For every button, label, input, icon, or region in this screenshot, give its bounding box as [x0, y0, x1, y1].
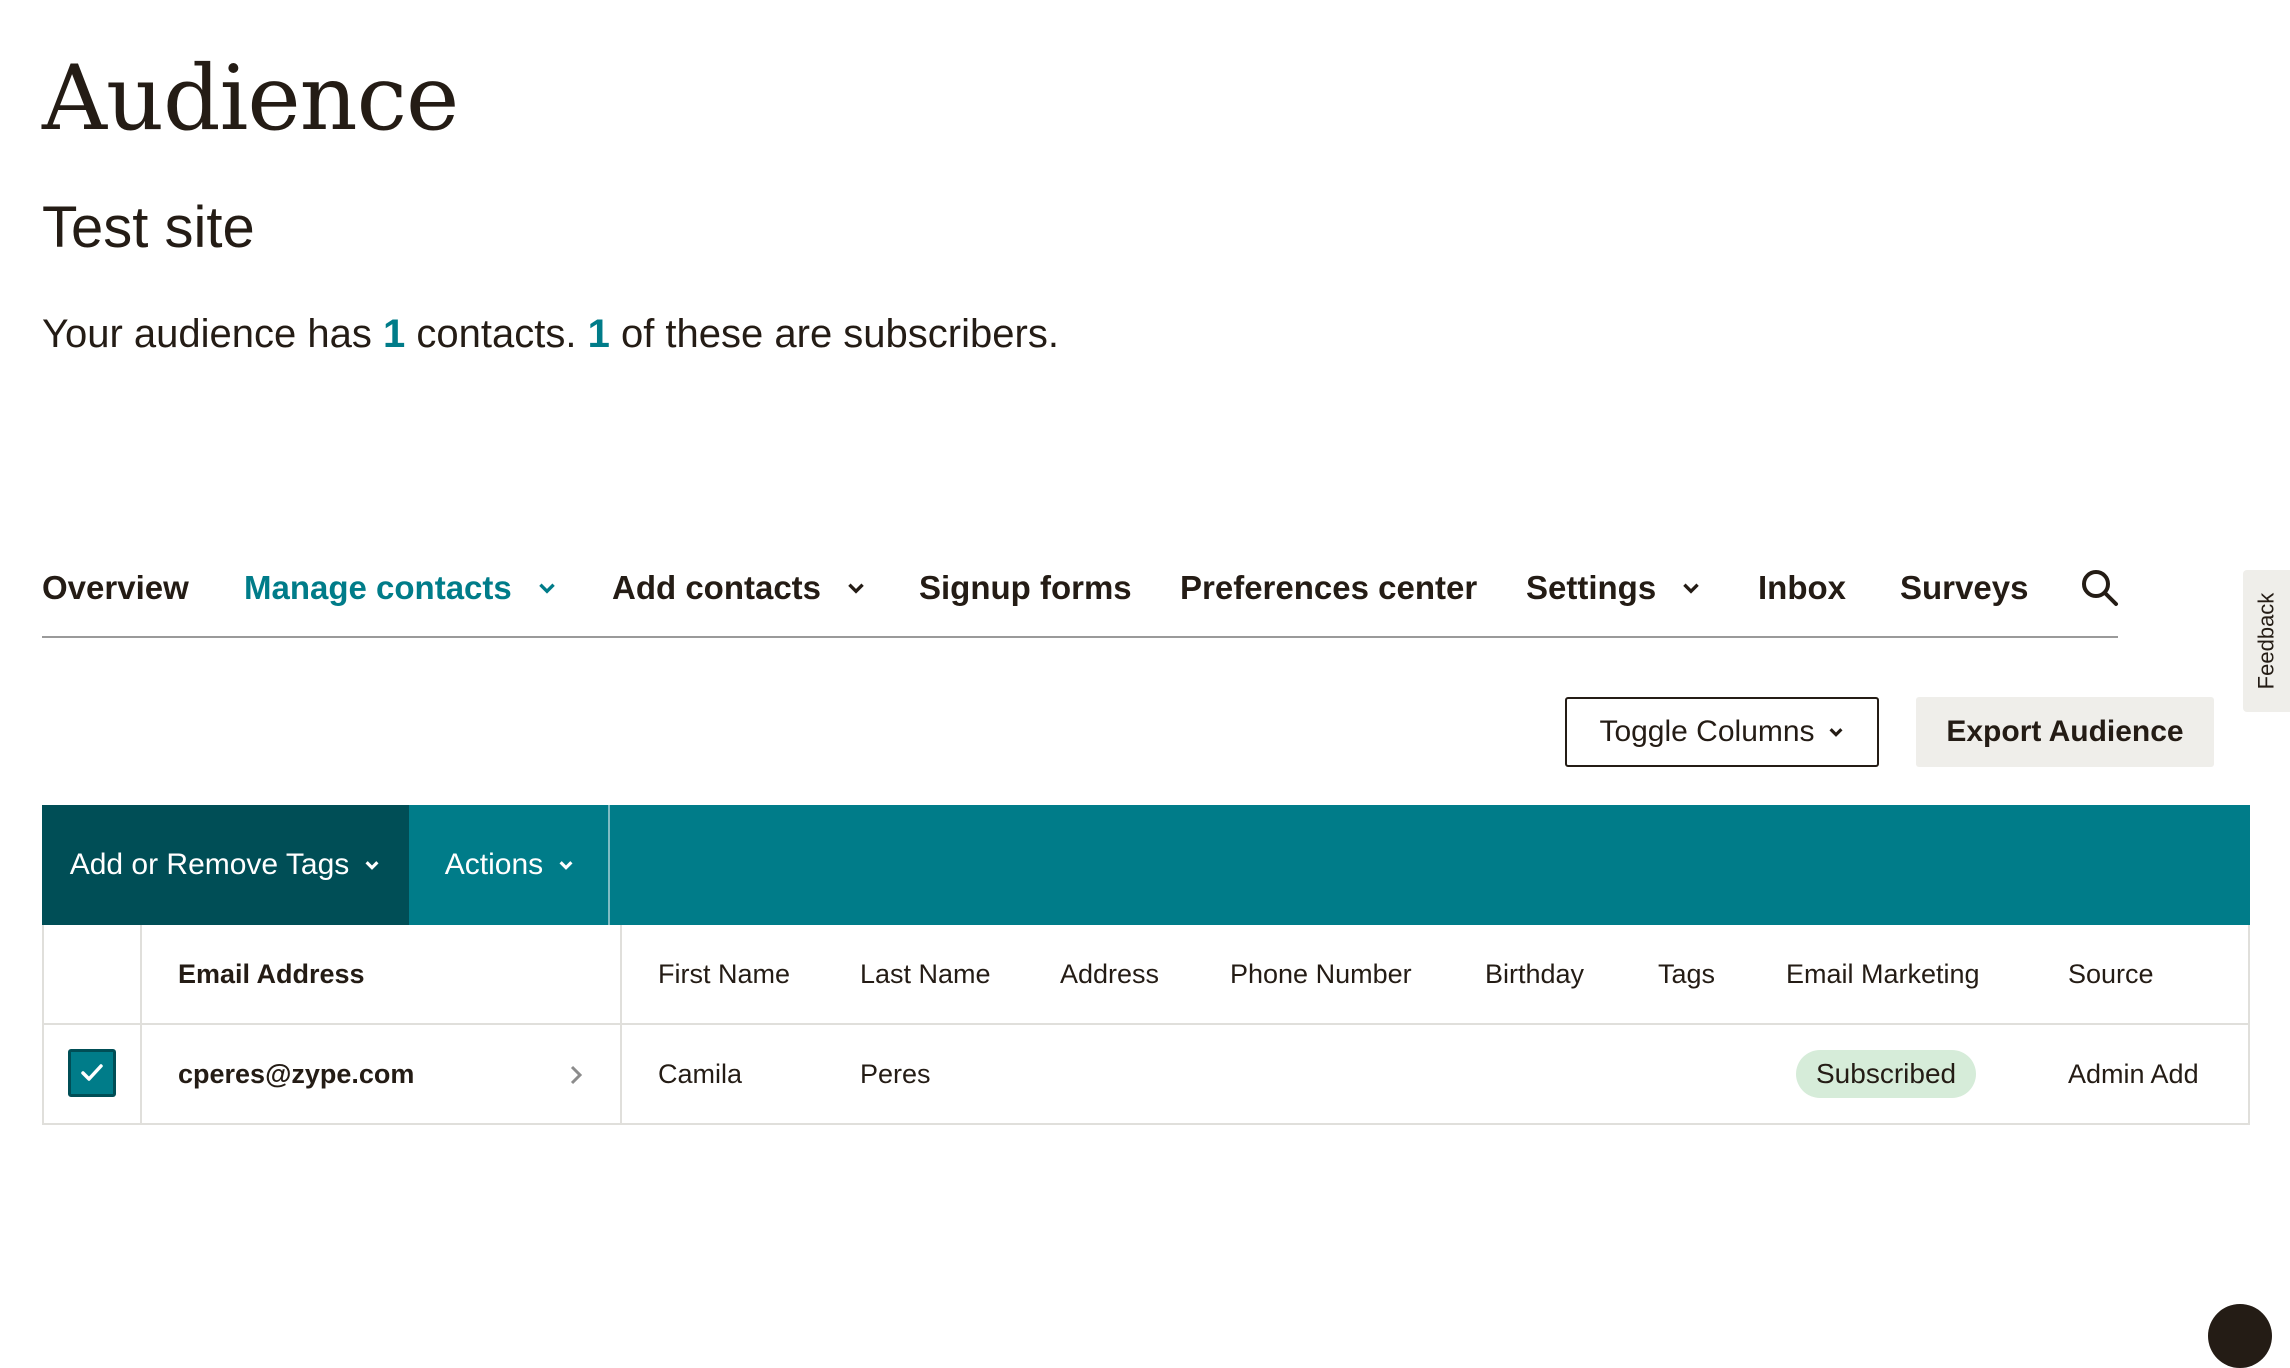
- feedback-tab[interactable]: Feedback: [2243, 570, 2290, 712]
- tab-inbox[interactable]: Inbox: [1758, 560, 1846, 616]
- column-header-tags[interactable]: Tags: [1658, 925, 1715, 1023]
- add-remove-tags-label: Add or Remove Tags: [69, 848, 350, 881]
- tab-label: Preferences center: [1180, 569, 1478, 606]
- audience-nav-tabs: Overview Manage contacts Add contacts Si…: [42, 560, 2118, 638]
- export-audience-label: Export Audience: [1946, 715, 2184, 748]
- email-cell[interactable]: cperes@zype.com: [178, 1025, 414, 1123]
- summary-text-2: contacts.: [405, 312, 588, 356]
- tab-add-contacts[interactable]: Add contacts: [612, 560, 867, 616]
- chevron-down-icon: [1829, 728, 1843, 737]
- tab-label: Add contacts: [612, 569, 822, 606]
- feedback-label: Feedback: [2253, 592, 2279, 690]
- column-header-birthday[interactable]: Birthday: [1485, 925, 1584, 1023]
- actions-label: Actions: [444, 848, 544, 881]
- column-header-phone[interactable]: Phone Number: [1230, 925, 1412, 1023]
- tab-surveys[interactable]: Surveys: [1900, 560, 2028, 616]
- audience-summary: Your audience has 1 contacts. 1 of these…: [42, 306, 1059, 362]
- chevron-down-icon: [538, 583, 555, 594]
- export-audience-button[interactable]: Export Audience: [1916, 697, 2214, 767]
- tab-manage-contacts[interactable]: Manage contacts: [244, 560, 558, 616]
- subscribers-count-link[interactable]: 1: [588, 312, 610, 356]
- contacts-table: Email Address First Name Last Name Addre…: [42, 925, 2250, 1125]
- column-header-email[interactable]: Email Address: [178, 925, 365, 1023]
- tab-label: Inbox: [1758, 569, 1846, 606]
- chevron-down-icon: [1683, 583, 1699, 594]
- checkmark-icon: [81, 1064, 103, 1081]
- help-chat-icon[interactable]: [2208, 1304, 2272, 1368]
- tab-overview[interactable]: Overview: [42, 560, 189, 616]
- summary-text-3: of these are subscribers.: [609, 312, 1059, 356]
- table-header-row: Email Address First Name Last Name Addre…: [44, 925, 2250, 1025]
- actions-button[interactable]: Actions: [412, 805, 610, 925]
- page-title: Audience: [42, 46, 459, 151]
- bulk-action-bar: Add or Remove Tags Actions: [42, 805, 2250, 925]
- email-marketing-cell: Subscribed: [1796, 1025, 1977, 1123]
- tab-label: Overview: [42, 569, 189, 606]
- contacts-count-link[interactable]: 1: [383, 312, 405, 356]
- column-header-source[interactable]: Source: [2068, 925, 2154, 1023]
- search-button[interactable]: [2078, 566, 2122, 610]
- table-row[interactable]: cperes@zype.com Camila Peres Subscribed …: [44, 1025, 2250, 1123]
- first-name-cell: Camila: [658, 1058, 743, 1089]
- source-cell: Admin Add: [2068, 1058, 2199, 1089]
- tab-signup-forms[interactable]: Signup forms: [919, 560, 1132, 616]
- chevron-down-icon: [848, 583, 864, 594]
- toggle-columns-label: Toggle Columns: [1599, 715, 1815, 748]
- chevron-right-icon[interactable]: [564, 1063, 588, 1087]
- tab-label: Manage contacts: [244, 569, 512, 606]
- last-name-cell: Peres: [860, 1058, 931, 1089]
- row-checkbox[interactable]: [68, 1049, 116, 1097]
- chevron-down-icon: [559, 861, 573, 870]
- tab-settings[interactable]: Settings: [1526, 560, 1702, 616]
- tab-label: Settings: [1526, 569, 1657, 606]
- column-header-first-name[interactable]: First Name: [658, 925, 790, 1023]
- column-header-email-marketing[interactable]: Email Marketing: [1786, 925, 1980, 1023]
- tab-preferences-center[interactable]: Preferences center: [1180, 560, 1477, 616]
- search-icon: [2082, 570, 2118, 606]
- toggle-columns-button[interactable]: Toggle Columns: [1565, 697, 1879, 767]
- tab-label: Surveys: [1900, 569, 2029, 606]
- column-header-address[interactable]: Address: [1060, 925, 1159, 1023]
- summary-text-1: Your audience has: [42, 312, 384, 356]
- tab-label: Signup forms: [919, 569, 1132, 606]
- column-header-last-name[interactable]: Last Name: [860, 925, 991, 1023]
- add-remove-tags-button[interactable]: Add or Remove Tags: [42, 805, 409, 925]
- site-name: Test site: [42, 195, 255, 260]
- chevron-down-icon: [365, 861, 379, 870]
- status-badge: Subscribed: [1796, 1050, 1977, 1098]
